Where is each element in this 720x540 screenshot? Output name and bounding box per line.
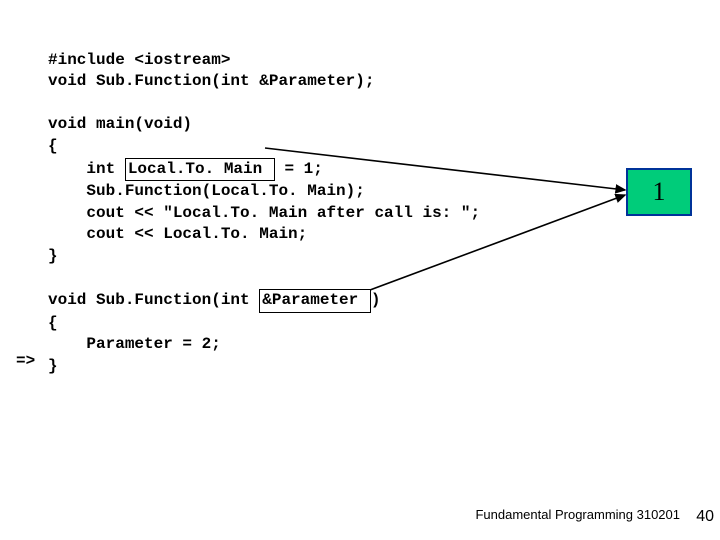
footer-text: Fundamental Programming 310201	[475, 507, 680, 522]
code-line: {	[48, 137, 58, 155]
code-line: }	[48, 247, 58, 265]
code-block: #include <iostream> void Sub.Function(in…	[48, 28, 480, 378]
code-line-part: int	[48, 160, 125, 178]
code-line: }	[48, 357, 58, 375]
code-line-part: = 1;	[284, 160, 322, 178]
code-line: #include <iostream>	[48, 51, 230, 69]
value-box: 1	[626, 168, 692, 216]
code-line: {	[48, 314, 58, 332]
code-line-part: )	[371, 291, 381, 309]
highlighted-var-param: &Parameter	[259, 289, 371, 313]
page-number: 40	[696, 508, 714, 526]
execution-pointer: =>	[16, 352, 35, 370]
value-box-text: 1	[653, 177, 666, 207]
code-line: void Sub.Function(int &Parameter);	[48, 72, 374, 90]
code-line: Parameter = 2;	[48, 335, 221, 353]
code-line: cout << Local.To. Main;	[48, 225, 307, 243]
code-line: Sub.Function(Local.To. Main);	[48, 182, 365, 200]
highlighted-var-local: Local.To. Main	[125, 158, 275, 182]
code-line: cout << "Local.To. Main after call is: "…	[48, 204, 480, 222]
code-line-part: void Sub.Function(int	[48, 291, 259, 309]
code-line: void main(void)	[48, 115, 192, 133]
